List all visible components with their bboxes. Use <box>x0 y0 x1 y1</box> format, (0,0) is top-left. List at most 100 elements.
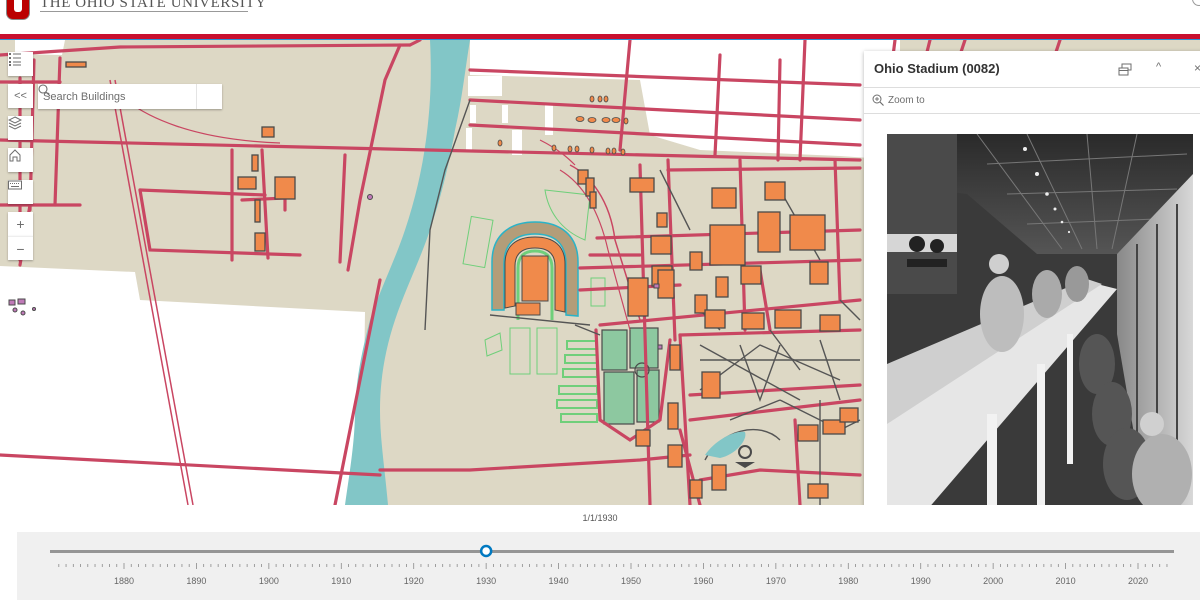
building <box>704 309 726 329</box>
collapse-search-button[interactable]: << <box>8 84 33 108</box>
zoom-out-button[interactable]: − <box>8 236 33 260</box>
time-slider-thumb[interactable] <box>479 544 493 558</box>
layers-button[interactable] <box>8 116 33 140</box>
building <box>709 224 746 266</box>
building <box>774 309 802 329</box>
building <box>667 444 683 468</box>
tick-label-1940: 1940 <box>549 576 569 586</box>
zoom-in-button[interactable]: + <box>8 212 33 236</box>
building <box>65 61 87 68</box>
field <box>601 329 628 371</box>
time-slider-track[interactable] <box>50 550 1174 553</box>
building <box>715 276 729 298</box>
building <box>741 312 765 330</box>
app-header: THE OHIO STATE UNIVERSITY <box>0 0 1200 34</box>
building <box>669 344 681 371</box>
blank-area <box>466 128 472 150</box>
building <box>635 429 651 447</box>
tick-label-1960: 1960 <box>693 576 713 586</box>
plus-icon: + <box>16 216 25 232</box>
zoom-in-magnifier-icon <box>872 94 884 106</box>
tick-label-2020: 2020 <box>1128 576 1148 586</box>
building <box>789 214 826 251</box>
tick-label-1920: 1920 <box>404 576 424 586</box>
current-time-label: 1/1/1930 <box>582 513 618 523</box>
building <box>839 407 859 423</box>
dock-icon <box>1118 63 1132 76</box>
layers-icon <box>8 116 22 130</box>
stadium-endzone-building <box>515 302 541 316</box>
building <box>657 269 675 299</box>
building <box>237 176 257 190</box>
popup-actions: Zoom to <box>864 88 1200 114</box>
historic-stadium-photo[interactable] <box>887 134 1193 510</box>
tick-label-1910: 1910 <box>331 576 351 586</box>
building <box>711 464 727 491</box>
popup-header: Ohio Stadium (0082) ^ × <box>864 51 1200 88</box>
tick-label-1950: 1950 <box>621 576 641 586</box>
tick-label-2000: 2000 <box>983 576 1003 586</box>
building <box>807 483 829 499</box>
dock-button[interactable] <box>1118 63 1132 81</box>
search-icon <box>38 84 51 97</box>
time-slider-track-area[interactable]: 1880 1890 1900 1910 1920 1930 1940 1950 1960 1970… <box>0 532 1200 600</box>
legend-button[interactable] <box>8 52 33 76</box>
blank-area <box>470 105 476 123</box>
building <box>261 126 275 138</box>
osu-block-o-logo[interactable] <box>6 0 30 20</box>
building <box>809 261 829 285</box>
search-buildings-input[interactable] <box>38 84 196 109</box>
tick-label-1990: 1990 <box>911 576 931 586</box>
tick-label-1880: 1880 <box>114 576 134 586</box>
building <box>797 424 819 442</box>
building <box>701 371 721 399</box>
building <box>254 199 261 223</box>
close-icon: × <box>1194 61 1200 75</box>
feature-popup[interactable]: Ohio Stadium (0082) ^ × Zoom to <box>864 51 1200 510</box>
building <box>656 212 668 228</box>
tick-label-1890: 1890 <box>186 576 206 586</box>
building <box>764 181 786 201</box>
popup-title: Ohio Stadium (0082) <box>874 61 1000 76</box>
building <box>650 235 672 255</box>
zoom-to-action[interactable]: Zoom to <box>872 94 925 106</box>
blank-area <box>468 76 502 96</box>
home-icon <box>9 149 21 162</box>
building <box>757 211 781 253</box>
keyboard-icon <box>8 180 22 190</box>
building <box>689 479 703 499</box>
close-popup-button[interactable]: × <box>1194 61 1200 75</box>
stadium-field <box>521 255 549 302</box>
home-button[interactable] <box>8 148 33 172</box>
tick-label-1930: 1930 <box>476 576 496 586</box>
collapse-popup-button[interactable]: ^ <box>1156 61 1161 73</box>
blank-area <box>502 105 508 123</box>
building <box>254 232 266 252</box>
building <box>819 314 841 332</box>
building <box>251 154 259 172</box>
search-button[interactable] <box>38 84 222 109</box>
time-slider-widget[interactable]: 1/1/1930 1880 1890 1900 1910 1920 1930 1940 195… <box>0 505 1200 600</box>
tick-label-1970: 1970 <box>766 576 786 586</box>
time-slider-ticks <box>58 563 1168 569</box>
zoom-to-label: Zoom to <box>888 94 925 106</box>
building <box>667 402 679 430</box>
search-buildings-widget[interactable] <box>38 84 222 109</box>
chevron-up-icon: ^ <box>1156 61 1162 73</box>
time-slider-tick-labels: 1880 1890 1900 1910 1920 1930 1940 1950 1960 1970… <box>114 576 1148 586</box>
tick-label-2010: 2010 <box>1056 576 1076 586</box>
tick-label-1900: 1900 <box>259 576 279 586</box>
building <box>689 251 703 271</box>
legend-list-icon <box>9 53 21 66</box>
building <box>589 191 597 209</box>
minus-icon: − <box>16 240 25 257</box>
building <box>629 177 655 193</box>
keyboard-button[interactable] <box>8 180 33 204</box>
ohio-stadium[interactable] <box>491 221 579 320</box>
building <box>711 187 737 209</box>
field <box>603 371 635 425</box>
double-chevron-left-icon: << <box>14 90 27 102</box>
photo-image <box>887 134 1193 510</box>
tick-label-1980: 1980 <box>838 576 858 586</box>
user-icon[interactable] <box>1192 0 1200 6</box>
